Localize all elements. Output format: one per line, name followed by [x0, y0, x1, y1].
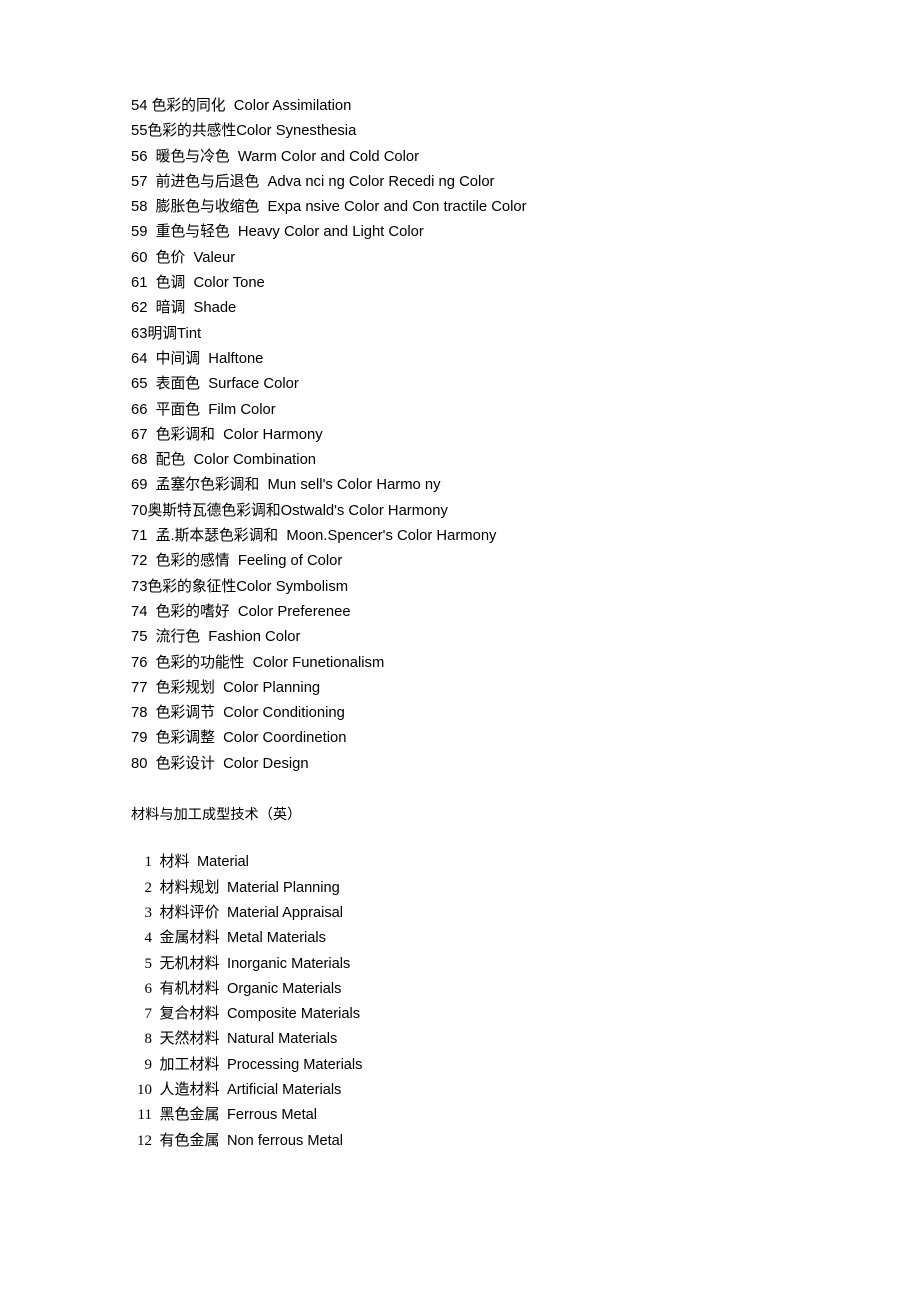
glossary-entry: 78 色彩调节 Color Conditioning: [131, 705, 345, 722]
entry-term-en: Organic Materials: [227, 980, 342, 997]
glossary-entry: 72 色彩的感情 Feeling of Color: [131, 553, 343, 570]
glossary-entry: 10 人造材料 Artificial Materials: [131, 1078, 831, 1103]
glossary-entry: 63明调Tint: [131, 325, 202, 342]
entry-number: 5: [144, 955, 153, 972]
material-terms-glossary-list: 1 材料 Material 2 材料规划 Material Planning 3 材…: [131, 850, 831, 1154]
glossary-entry: 1 材料 Material: [131, 850, 831, 875]
glossary-entry: 4 金属材料 Metal Materials: [131, 926, 831, 951]
entry-number: 12: [137, 1132, 152, 1149]
glossary-entry: 60 色价 Valeur: [131, 249, 236, 266]
entry-term-zh: 有机材料: [159, 980, 220, 997]
glossary-entry: 3 材料评价 Material Appraisal: [131, 901, 831, 926]
glossary-entry: 67 色彩调和 Color Harmony: [131, 426, 323, 443]
entry-term-en: Natural Materials: [227, 1031, 338, 1048]
glossary-entry: 56 暖色与冷色 Warm Color and Cold Color: [131, 148, 420, 165]
document-body: 54 色彩的同化 Color Assimilation 55色彩的共感性Color…: [131, 94, 831, 1154]
entry-number: 1: [144, 854, 153, 871]
entry-term-en: Inorganic Materials: [227, 955, 351, 972]
glossary-entry: 70奥斯特瓦德色彩调和Ostwald's Color Harmony: [131, 502, 448, 519]
entry-term-zh: 金属材料: [159, 930, 220, 947]
glossary-entry: 65 表面色 Surface Color: [131, 376, 299, 393]
entry-term-zh: 材料评价: [159, 904, 220, 921]
glossary-entry: 62 暗调 Shade: [131, 300, 237, 317]
entry-term-zh: 人造材料: [159, 1081, 220, 1098]
entry-term-en: Metal Materials: [227, 930, 326, 947]
entry-term-en: Artificial Materials: [227, 1081, 342, 1098]
entry-term-en: Material Appraisal: [227, 904, 344, 921]
glossary-entry: 79 色彩调整 Color Coordinetion: [131, 730, 347, 747]
entry-term-zh: 无机材料: [159, 955, 220, 972]
entry-term-en: Composite Materials: [227, 1006, 361, 1023]
entry-term-zh: 有色金属: [159, 1132, 220, 1149]
glossary-entry: 76 色彩的功能性 Color Funetionalism: [131, 654, 385, 671]
entry-term-en: Processing Materials: [227, 1056, 363, 1073]
glossary-entry: 57 前进色与后退色 Adva nci ng Color Recedi ng C…: [131, 173, 495, 190]
entry-number: 2: [144, 879, 153, 896]
entry-number: 9: [144, 1056, 153, 1073]
glossary-entry: 2 材料规划 Material Planning: [131, 876, 831, 901]
entry-term-en: Non ferrous Metal: [227, 1132, 344, 1149]
glossary-entry: 55色彩的共感性Color Synesthesia: [131, 123, 357, 140]
glossary-entry: 68 配色 Color Combination: [131, 452, 317, 469]
glossary-entry: 69 孟塞尔色彩调和 Mun sell's Color Harmo ny: [131, 477, 441, 494]
glossary-entry: 7 复合材料 Composite Materials: [131, 1002, 831, 1027]
entry-term-zh: 黑色金属: [159, 1107, 220, 1124]
glossary-entry: 8 天然材料 Natural Materials: [131, 1027, 831, 1052]
glossary-entry: 58 膨胀色与收缩色 Expa nsive Color and Con trac…: [131, 199, 527, 216]
entry-number: 10: [137, 1081, 152, 1098]
glossary-entry: 66 平面色 Film Color: [131, 401, 276, 418]
entry-term-zh: 材料: [159, 854, 190, 871]
glossary-entry: 73色彩的象征性Color Symbolism: [131, 578, 349, 595]
entry-term-en: Material Planning: [227, 879, 340, 896]
glossary-entry: 12 有色金属 Non ferrous Metal: [131, 1129, 831, 1154]
glossary-entry: 75 流行色 Fashion Color: [131, 629, 301, 646]
entry-number: 4: [144, 930, 153, 947]
entry-term-zh: 复合材料: [159, 1006, 220, 1023]
glossary-entry: 71 孟.斯本瑟色彩调和 Moon.Spencer's Color Harmon…: [131, 528, 497, 545]
entry-number: 8: [144, 1031, 153, 1048]
document-page: 54 色彩的同化 Color Assimilation 55色彩的共感性Color…: [0, 0, 920, 1302]
color-terms-glossary-list: 54 色彩的同化 Color Assimilation 55色彩的共感性Color…: [131, 94, 831, 777]
entry-term-zh: 加工材料: [159, 1056, 220, 1073]
glossary-entry: 74 色彩的嗜好 Color Preferenee: [131, 603, 351, 620]
glossary-entry: 5 无机材料 Inorganic Materials: [131, 952, 831, 977]
entry-term-zh: 材料规划: [159, 879, 220, 896]
entry-number: 7: [144, 1006, 153, 1023]
glossary-entry: 77 色彩规划 Color Planning: [131, 679, 321, 696]
entry-number: 6: [144, 980, 153, 997]
glossary-entry: 80 色彩设计 Color Design: [131, 755, 309, 772]
entry-number: 3: [144, 904, 153, 921]
glossary-entry: 61 色调 Color Tone: [131, 275, 265, 292]
entry-term-en: Material: [197, 854, 249, 871]
glossary-entry: 54 色彩的同化 Color Assimilation: [131, 98, 352, 114]
glossary-entry: 6 有机材料 Organic Materials: [131, 977, 831, 1002]
glossary-entry: 64 中间调 Halftone: [131, 350, 264, 367]
glossary-entry: 11 黑色金属 Ferrous Metal: [131, 1103, 831, 1128]
entry-term-en: Ferrous Metal: [227, 1107, 318, 1124]
section-heading-material: 材料与加工成型技术（英）: [131, 807, 302, 824]
glossary-entry: 9 加工材料 Processing Materials: [131, 1053, 831, 1078]
glossary-entry: 59 重色与轻色 Heavy Color and Light Color: [131, 224, 424, 241]
entry-number: 11: [137, 1107, 152, 1124]
entry-term-zh: 天然材料: [159, 1031, 220, 1048]
